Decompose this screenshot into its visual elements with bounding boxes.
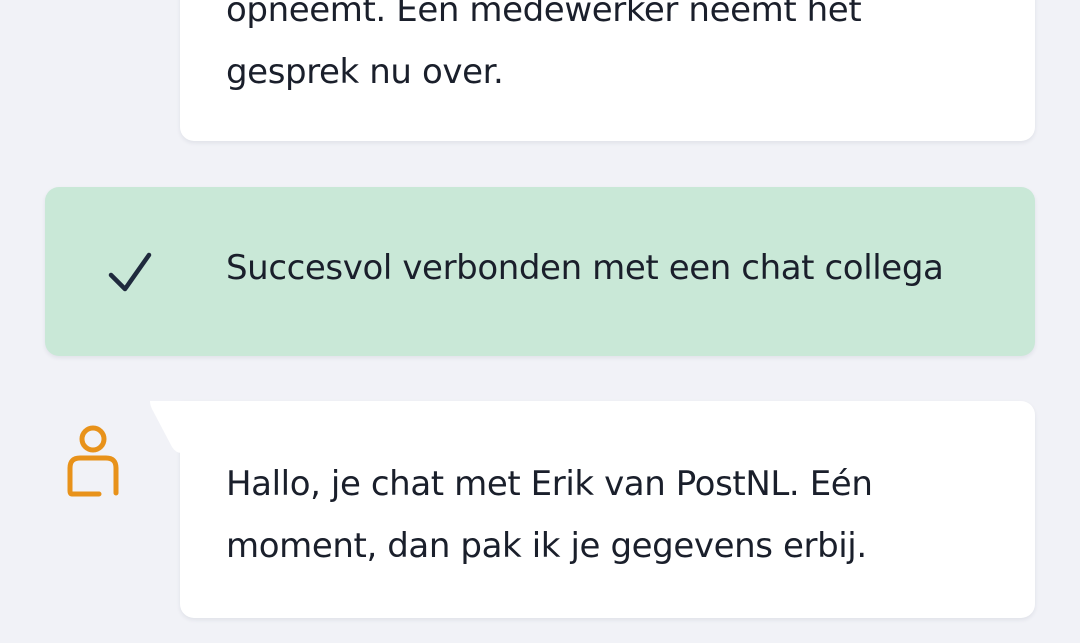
previous-message-bubble: opneemt. Een medewerker neemt het gespre… [180, 0, 1035, 141]
connection-status-text: Succesvol verbonden met een chat collega [226, 248, 944, 288]
checkmark-icon [108, 252, 152, 292]
connection-status-banner: Succesvol verbonden met een chat collega [45, 187, 1035, 356]
previous-message-text: opneemt. Een medewerker neemt het gespre… [226, 0, 862, 92]
person-icon [67, 425, 119, 497]
bubble-tail [150, 401, 181, 453]
agent-message-bubble: Hallo, je chat met Erik van PostNL. Eén … [150, 401, 1035, 618]
agent-message-text: Hallo, je chat met Erik van PostNL. Eén … [226, 464, 873, 566]
